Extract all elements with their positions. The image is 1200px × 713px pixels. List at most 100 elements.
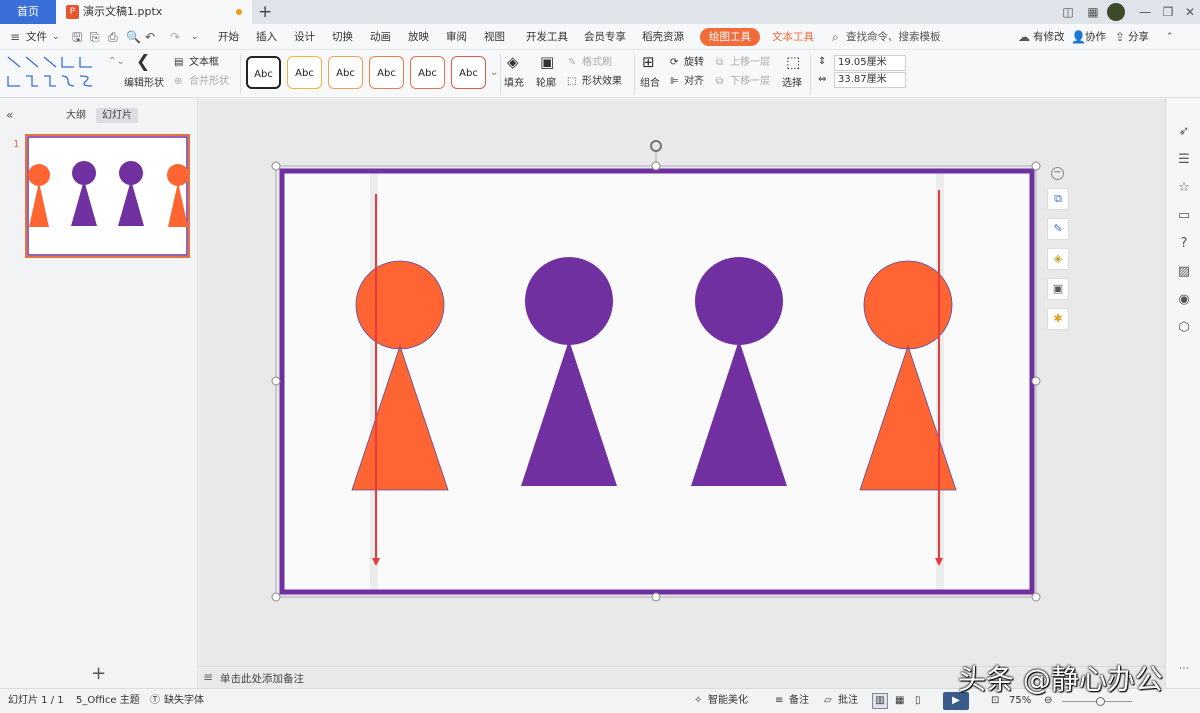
pen-icon[interactable]: ✎ <box>1047 218 1069 240</box>
gallery-scroll-icon[interactable]: ⌃⌄ <box>108 55 125 69</box>
menu-animation[interactable]: 动画 <box>370 24 391 50</box>
style-sample-2[interactable]: Abc <box>287 56 322 89</box>
location-icon[interactable]: ◉ <box>1176 292 1192 308</box>
theme-name[interactable]: 5_Office 主题 <box>76 689 140 713</box>
resize-handle[interactable] <box>1031 376 1041 386</box>
outline-icon[interactable]: ▣ <box>540 55 554 70</box>
menu-member[interactable]: 会员专享 <box>584 24 626 50</box>
normal-view-icon[interactable]: ▥ <box>872 693 888 709</box>
undo-icon[interactable]: ↶ <box>145 24 155 50</box>
cloud-icon[interactable]: ☁ <box>1018 24 1030 50</box>
rotate-button[interactable]: 旋转 <box>684 56 704 70</box>
bring-forward-button[interactable]: 上移一层 <box>730 56 770 70</box>
share-icon[interactable]: ⇪ <box>1115 24 1125 50</box>
smart-beautify-button[interactable]: 智能美化 <box>708 689 748 713</box>
slide-thumbnail[interactable] <box>25 134 190 258</box>
resize-handle[interactable] <box>1031 161 1041 171</box>
style-sample-6[interactable]: Abc <box>451 56 486 89</box>
avatar[interactable] <box>1107 3 1125 21</box>
align-icon[interactable]: ⊫ <box>670 75 679 89</box>
menu-text-tools[interactable]: 文本工具 <box>772 24 814 50</box>
style-sample-3[interactable]: Abc <box>328 56 363 89</box>
menu-developer[interactable]: 开发工具 <box>526 24 568 50</box>
redo-icon[interactable]: ↷ <box>170 24 180 50</box>
outline-button[interactable]: 轮廓 <box>536 77 556 91</box>
edit-shape-button[interactable]: 编辑形状 <box>124 77 164 91</box>
style-more-icon[interactable]: ⌄ <box>490 66 498 80</box>
tab-outline[interactable]: 大纲 <box>60 108 92 123</box>
align-button[interactable]: 对齐 <box>684 75 704 89</box>
resize-handle[interactable] <box>651 161 661 171</box>
border-icon[interactable]: ▣ <box>1047 278 1069 300</box>
menu-drawing-tools[interactable]: 绘图工具 <box>700 28 760 46</box>
menu-docer[interactable]: 稻壳资源 <box>642 24 684 50</box>
save-icon[interactable]: 🖫 <box>72 24 82 50</box>
grid-icon[interactable]: ▦ <box>1080 0 1106 24</box>
select-button[interactable]: 选择 <box>782 77 802 91</box>
menu-view[interactable]: 视图 <box>484 24 505 50</box>
line-shapes-gallery[interactable] <box>6 54 112 90</box>
shape-effect-icon[interactable]: ⬚ <box>567 75 576 89</box>
export-icon[interactable]: ⎘ <box>90 24 100 50</box>
shape-layout-icon[interactable]: ⧉ <box>1047 188 1069 210</box>
send-backward-button[interactable]: 下移一层 <box>730 75 770 89</box>
close-icon[interactable]: ✕ <box>1177 0 1200 24</box>
tab-slides[interactable]: 幻灯片 <box>96 108 138 123</box>
textbox-icon[interactable]: ▤ <box>174 56 183 70</box>
has-changes-button[interactable]: 有修改 <box>1033 24 1065 50</box>
notes-button[interactable]: 备注 <box>789 689 809 713</box>
group-button[interactable]: 组合 <box>640 77 660 91</box>
resize-handle[interactable] <box>651 592 661 602</box>
person-icon[interactable]: 👤 <box>1071 24 1086 50</box>
layout-icon[interactable]: ◫ <box>1055 0 1081 24</box>
menu-slideshow[interactable]: 放映 <box>408 24 429 50</box>
comments-button[interactable]: 批注 <box>838 689 858 713</box>
select-icon[interactable]: ⬚ <box>786 55 800 70</box>
document-tab[interactable]: P 演示文稿1.pptx <box>56 0 252 24</box>
share-button[interactable]: 分享 <box>1128 24 1149 50</box>
menu-design[interactable]: 设计 <box>294 24 315 50</box>
fill-button[interactable]: 填充 <box>504 77 524 91</box>
resize-handle[interactable] <box>271 161 281 171</box>
fill-bucket-icon[interactable]: ◈ <box>1047 248 1069 270</box>
text-box-button[interactable]: 文本框 <box>189 56 219 70</box>
chevron-down-icon[interactable]: ⌄ <box>52 24 60 50</box>
rotate-icon[interactable]: ⟳ <box>670 56 678 70</box>
sliders-icon[interactable]: ☰ <box>1176 152 1192 168</box>
fill-icon[interactable]: ◈ <box>507 55 519 70</box>
resize-handle[interactable] <box>1031 592 1041 602</box>
purple-head-2[interactable] <box>695 257 783 345</box>
height-input[interactable]: 19.05厘米 <box>834 55 906 71</box>
star-icon[interactable]: ☆ <box>1176 180 1192 196</box>
width-input[interactable]: 33.87厘米 <box>834 72 906 88</box>
merge-shape-button[interactable]: 合并形状 <box>189 75 229 89</box>
sorter-view-icon[interactable]: ▦ <box>895 689 904 713</box>
style-sample-4[interactable]: Abc <box>369 56 404 89</box>
search-icon[interactable]: ⌕ <box>832 24 839 50</box>
zoom-thumb[interactable] <box>1096 697 1105 706</box>
collapse-toolbar-icon[interactable]: − <box>1051 167 1064 180</box>
help-icon[interactable]: ? <box>1176 236 1192 252</box>
rotate-handle-icon[interactable] <box>650 140 662 152</box>
menu-transition[interactable]: 切换 <box>332 24 353 50</box>
collapse-icon[interactable]: « <box>6 108 13 122</box>
home-tab[interactable]: 首页 <box>0 0 56 24</box>
style-sample-1[interactable]: Abc <box>246 56 281 89</box>
menu-file[interactable]: 文件 <box>26 24 47 50</box>
format-brush-button[interactable]: 格式刷 <box>582 56 612 70</box>
rocket-icon[interactable]: ➶ <box>1176 124 1192 140</box>
more-icon[interactable]: ⌄ <box>191 24 199 50</box>
new-tab-button[interactable]: + <box>258 1 272 23</box>
menu-start[interactable]: 开始 <box>218 24 239 50</box>
more-options-icon[interactable]: ⋯ <box>1176 661 1192 677</box>
collab-button[interactable]: 协作 <box>1085 24 1106 50</box>
edit-shape-icon[interactable]: ❮ <box>136 54 150 71</box>
resize-handle[interactable] <box>271 592 281 602</box>
shape-effect-button[interactable]: 形状效果 <box>582 75 622 89</box>
resize-handle[interactable] <box>271 376 281 386</box>
cube-icon[interactable]: ⬡ <box>1176 320 1192 336</box>
style-sample-5[interactable]: Abc <box>410 56 445 89</box>
slide[interactable] <box>270 138 1070 608</box>
orange-head-1[interactable] <box>355 260 445 350</box>
bulb-icon[interactable]: ✱ <box>1047 308 1069 330</box>
